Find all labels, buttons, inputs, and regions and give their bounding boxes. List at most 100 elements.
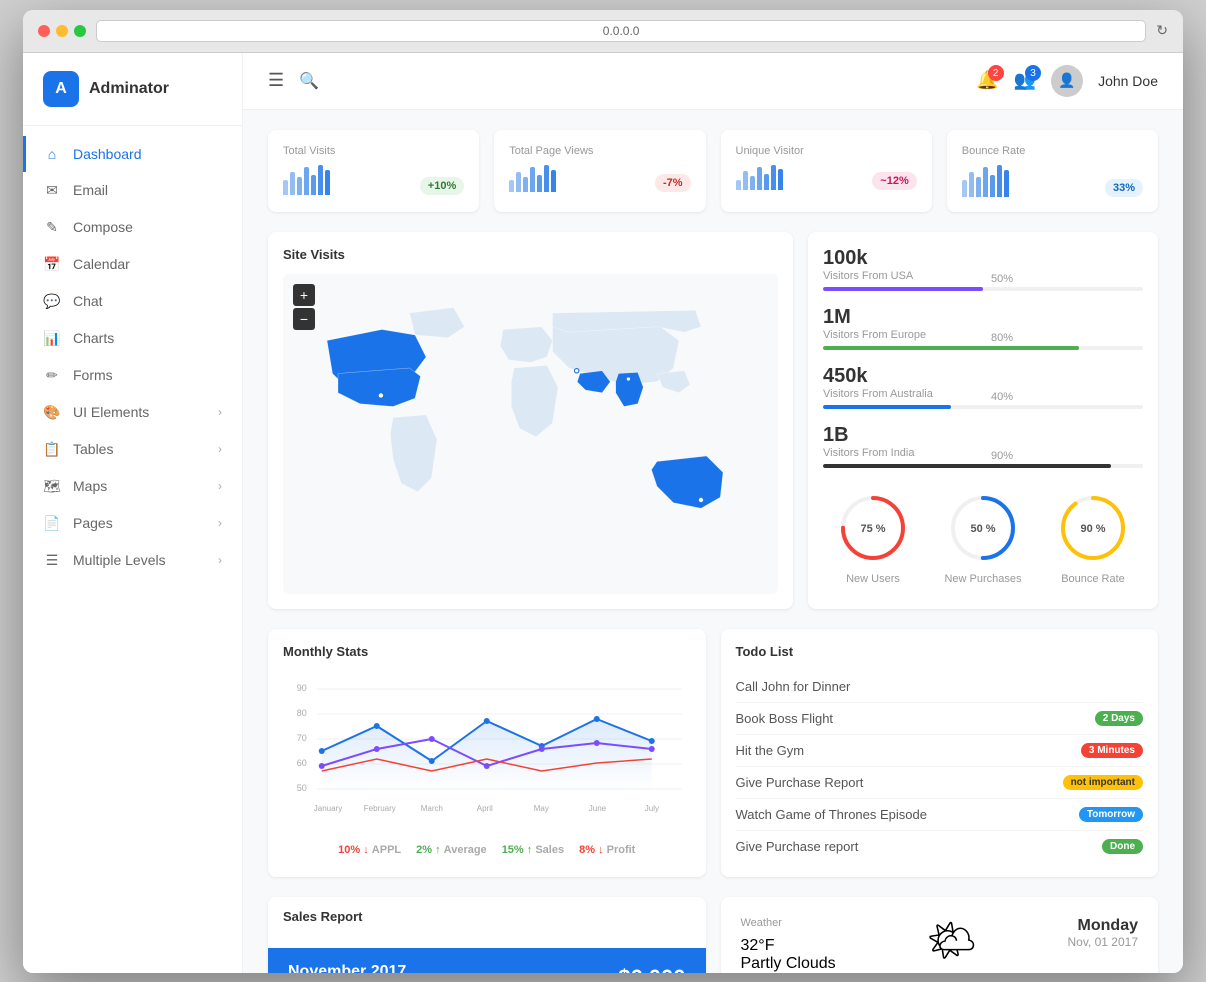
visitors-panel: 100k Visitors From USA 50% 1M Visitors F…	[808, 232, 1158, 609]
mini-bars	[962, 165, 1009, 198]
sidebar-item-charts[interactable]: 📊 Charts	[23, 320, 242, 357]
dot-green[interactable]	[74, 25, 86, 37]
progress-fill	[823, 346, 1079, 350]
nav-icon: 🎨	[43, 404, 61, 421]
sidebar-item-compose[interactable]: ✎ Compose	[23, 209, 242, 246]
mini-bar	[544, 165, 549, 193]
stat-bar-area: +10%	[283, 165, 464, 195]
stats-row: Total Visits +10% Total Page Views -7% U…	[268, 130, 1158, 213]
sidebar-item-chat[interactable]: 💬 Chat	[23, 283, 242, 320]
stat-card: Bounce Rate 33%	[947, 130, 1158, 213]
todo-badge: Tomorrow	[1079, 807, 1143, 822]
svg-text:February: February	[364, 804, 396, 813]
nav-icon: 📋	[43, 441, 61, 458]
todo-text: Book Boss Flight	[736, 711, 834, 726]
search-icon[interactable]: 🔍	[299, 71, 319, 91]
mini-bar	[976, 177, 981, 197]
svg-text:January: January	[314, 804, 342, 813]
mini-bar	[750, 176, 755, 190]
progress-fill	[823, 405, 951, 409]
dot-red[interactable]	[38, 25, 50, 37]
topbar-right: 🔔 2 👥 3 👤 John Doe	[976, 65, 1158, 97]
sidebar-item-calendar[interactable]: 📅 Calendar	[23, 246, 242, 283]
nav-label: Tables	[73, 441, 113, 457]
nav-label: Charts	[73, 330, 114, 346]
bottom-row: Monthly Stats 90 80 70 60 50	[268, 629, 1158, 877]
sidebar-item-multiple-levels[interactable]: ☰ Multiple Levels ›	[23, 542, 242, 579]
monthly-stats-card: Monthly Stats 90 80 70 60 50	[268, 629, 706, 877]
map-controls: + −	[293, 284, 315, 330]
mini-bar	[516, 172, 521, 192]
circle-label: New Purchases	[933, 573, 1033, 585]
visitor-label: Visitors From Europe	[823, 329, 983, 341]
progress-bar	[823, 405, 1143, 409]
todo-text: Call John for Dinner	[736, 679, 851, 694]
mini-bar	[551, 170, 556, 193]
sales-month: November 2017	[288, 963, 406, 973]
users-button[interactable]: 👥 3	[1014, 70, 1036, 91]
chart-stat: 2% ↑ Average	[416, 844, 487, 856]
browser-refresh[interactable]: ↻	[1156, 22, 1168, 39]
nav-icon: ☰	[43, 552, 61, 569]
map-zoom-in[interactable]: +	[293, 284, 315, 306]
weather-icon: 🌤	[926, 917, 977, 964]
sidebar-item-maps[interactable]: 🗺 Maps ›	[23, 468, 242, 505]
topbar: ☰ 🔍 🔔 2 👥 3 👤 John Doe	[243, 53, 1183, 110]
nav-label: Compose	[73, 219, 133, 235]
menu-icon[interactable]: ☰	[268, 70, 284, 91]
weather-desc: Partly Clouds	[741, 955, 836, 973]
todo-item: Watch Game of Thrones EpisodeTomorrow	[736, 799, 1144, 831]
nav-icon: 📊	[43, 330, 61, 347]
sidebar-item-ui-elements[interactable]: 🎨 UI Elements ›	[23, 394, 242, 431]
progress-bar	[823, 346, 1143, 350]
mini-bars	[509, 165, 556, 193]
mini-bar	[997, 165, 1002, 198]
map-zoom-out[interactable]: −	[293, 308, 315, 330]
stat-card: Total Page Views -7%	[494, 130, 705, 213]
circle-label: New Users	[823, 573, 923, 585]
nav-icon: ✏	[43, 367, 61, 384]
visitor-value: 1B	[823, 424, 1143, 447]
svg-text:90: 90	[297, 683, 307, 693]
avatar: 👤	[1051, 65, 1083, 97]
browser-url[interactable]: 0.0.0.0	[96, 20, 1146, 42]
sidebar-item-tables[interactable]: 📋 Tables ›	[23, 431, 242, 468]
svg-text:60: 60	[297, 758, 307, 768]
mini-bar	[283, 180, 288, 195]
todo-badge: 3 Minutes	[1081, 743, 1143, 758]
mini-bar	[530, 167, 535, 192]
sales-report-title: Sales Report	[268, 897, 706, 936]
mini-bar	[311, 175, 316, 195]
nav-icon: ✉	[43, 182, 61, 199]
circle-stat: 90 % Bounce Rate	[1043, 488, 1143, 585]
progress-bar	[823, 287, 1143, 291]
nav-icon: ✎	[43, 219, 61, 236]
progress-row: Visitors From India 90%	[823, 447, 1143, 464]
sales-title-block: November 2017 Sales Report	[288, 963, 406, 973]
mini-bar	[318, 165, 323, 195]
nav-label: Email	[73, 182, 108, 198]
circles-row: 75 % New Users 50 % New Purchases 90 % B…	[823, 488, 1143, 585]
weather-right: Monday Nov, 01 2017	[1068, 917, 1139, 949]
sidebar-item-email[interactable]: ✉ Email	[23, 172, 242, 209]
mini-bar	[983, 167, 988, 197]
sidebar-item-forms[interactable]: ✏ Forms	[23, 357, 242, 394]
weather-title: Weather	[741, 917, 836, 929]
nav-label: Pages	[73, 515, 113, 531]
dot-yellow[interactable]	[56, 25, 68, 37]
mini-bar	[962, 180, 967, 198]
sidebar-item-pages[interactable]: 📄 Pages ›	[23, 505, 242, 542]
browser-dots	[38, 25, 86, 37]
stat-label: Bounce Rate	[962, 145, 1143, 157]
svg-text:70: 70	[297, 733, 307, 743]
progress-fill	[823, 464, 1111, 468]
svg-text:April: April	[477, 804, 493, 813]
todo-item: Give Purchase Reportnot important	[736, 767, 1144, 799]
sidebar-item-dashboard[interactable]: ⌂ Dashboard	[23, 136, 242, 172]
notifications-button[interactable]: 🔔 2	[976, 70, 998, 91]
todo-item: Hit the Gym3 Minutes	[736, 735, 1144, 767]
users-badge: 3	[1025, 65, 1041, 81]
main-content: ☰ 🔍 🔔 2 👥 3 👤 John Doe	[243, 53, 1183, 973]
map-card: Site Visits + −	[268, 232, 793, 609]
mini-bar	[771, 165, 776, 190]
